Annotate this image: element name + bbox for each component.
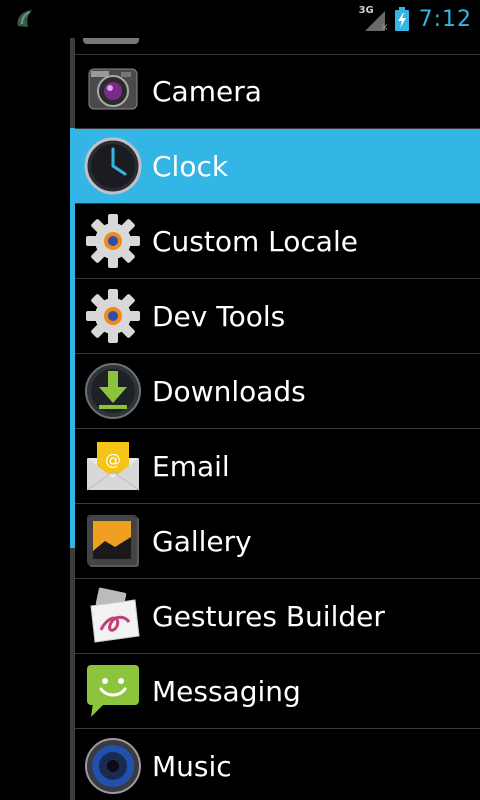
list-item-gallery[interactable]: Gallery: [75, 504, 480, 579]
camera-icon: [83, 61, 143, 121]
list-item-email[interactable]: @ Email: [75, 429, 480, 504]
gallery-icon: [83, 511, 143, 571]
list-item-music[interactable]: Music: [75, 729, 480, 800]
list-item-label: Clock: [152, 149, 229, 183]
list-item-dev-tools[interactable]: Dev Tools: [75, 279, 480, 354]
app-list[interactable]: Camera Clock Custom Locale Dev Tools Dow…: [75, 38, 480, 800]
list-item-label: Messaging: [152, 674, 301, 708]
left-shade: [0, 38, 70, 800]
messaging-icon: [83, 661, 143, 721]
clock-icon: [83, 136, 143, 196]
list-item-label: Downloads: [152, 374, 306, 408]
gestures-icon: [83, 586, 143, 646]
list-item-camera[interactable]: Camera: [75, 54, 480, 129]
gear-icon: [83, 286, 143, 346]
signal-icon: 3G ×: [359, 5, 389, 33]
list-item-gestures-builder[interactable]: Gestures Builder: [75, 579, 480, 654]
status-time: 7:12: [418, 6, 472, 32]
list-item-label: Gestures Builder: [152, 599, 385, 633]
list-item-label: Camera: [152, 74, 262, 108]
status-bar: 3G × 7:12: [0, 0, 480, 38]
music-icon: [83, 736, 143, 796]
list-item-partial[interactable]: [75, 38, 480, 55]
battery-charging-icon: [394, 7, 409, 31]
list-item-clock[interactable]: Clock: [75, 129, 480, 204]
download-icon: [83, 361, 143, 421]
svg-text:@: @: [105, 450, 121, 469]
list-item-label: Dev Tools: [152, 299, 286, 333]
list-item-label: Email: [152, 449, 230, 483]
gear-icon: [83, 211, 143, 271]
list-item-label: Custom Locale: [152, 224, 358, 258]
list-item-label: Music: [152, 749, 232, 783]
email-icon: @: [83, 436, 143, 496]
list-item-custom-locale[interactable]: Custom Locale: [75, 204, 480, 279]
app-launcher-icon: [14, 8, 36, 30]
list-item-messaging[interactable]: Messaging: [75, 654, 480, 729]
list-item-downloads[interactable]: Downloads: [75, 354, 480, 429]
no-signal-mark: ×: [380, 22, 389, 33]
list-item-label: Gallery: [152, 524, 252, 558]
